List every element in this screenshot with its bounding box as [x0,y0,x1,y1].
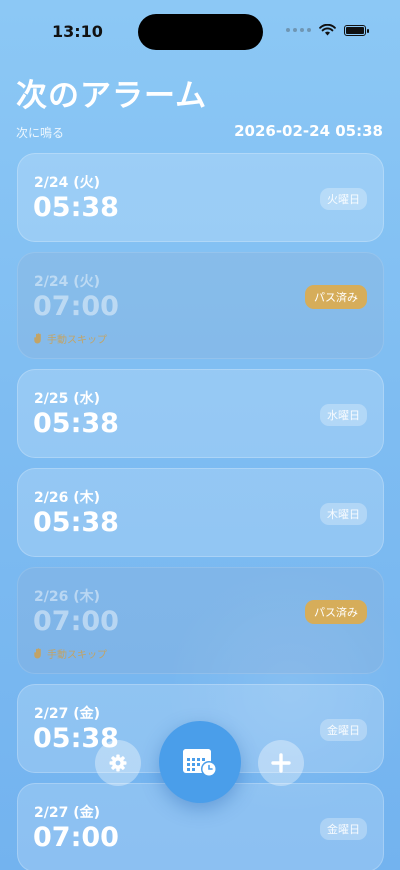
next-alarm-label: 次に鳴る [16,126,65,140]
hand-icon [34,333,41,344]
alarm-date: 2/27 (金) [34,706,101,722]
passed-badge: パス済み [305,600,367,624]
alarm-card[interactable]: 2/25 (水) 05:38 水曜日 [17,369,384,458]
next-alarm-datetime: 2026-02-24 05:38 [234,122,383,140]
alarm-card-skipped[interactable]: 2/26 (木) 07:00 パス済み 手動スキップ [17,567,384,674]
hand-icon [34,648,41,659]
page-title: 次のアラーム [16,78,208,114]
weekday-badge: 火曜日 [320,188,367,210]
alarm-time: 07:00 [33,822,119,853]
alarm-date: 2/27 (金) [34,805,101,821]
calendar-clock-icon [183,749,217,777]
status-time: 13:10 [52,22,103,41]
settings-button[interactable] [95,740,141,786]
alarm-time: 05:38 [33,507,119,538]
weekday-badge: 金曜日 [320,818,367,840]
dynamic-island [138,14,263,50]
alarm-card-skipped[interactable]: 2/24 (火) 07:00 パス済み 手動スキップ [17,252,384,359]
alarm-card[interactable]: 2/26 (木) 05:38 木曜日 [17,468,384,557]
add-alarm-button[interactable] [258,740,304,786]
alarm-date: 2/26 (木) [34,589,101,605]
alarm-time: 07:00 [33,606,119,637]
plus-icon [271,753,291,773]
app-screen: 13:10 次のアラーム 次に鳴る 2026-02-24 05:38 2/24 … [0,0,400,870]
battery-icon [344,24,369,36]
signal-dots-icon [286,28,311,32]
status-indicators [286,24,369,36]
alarm-time: 05:38 [33,408,119,439]
weekday-badge: 金曜日 [320,719,367,741]
alarm-date: 2/26 (木) [34,490,101,506]
passed-badge: パス済み [305,285,367,309]
skip-note: 手動スキップ [34,646,107,661]
alarm-date: 2/25 (水) [34,391,101,407]
wifi-icon [319,24,336,36]
alarm-date: 2/24 (火) [34,274,101,290]
alarm-time: 05:38 [33,192,119,223]
skip-note-text: 手動スキップ [47,335,107,346]
gear-icon [109,754,127,772]
weekday-badge: 水曜日 [320,404,367,426]
alarm-date: 2/24 (火) [34,175,101,191]
schedule-button[interactable] [159,721,241,803]
alarm-card[interactable]: 2/24 (火) 05:38 火曜日 [17,153,384,242]
alarm-time: 07:00 [33,291,119,322]
weekday-badge: 木曜日 [320,503,367,525]
skip-note: 手動スキップ [34,331,107,346]
skip-note-text: 手動スキップ [47,650,107,661]
